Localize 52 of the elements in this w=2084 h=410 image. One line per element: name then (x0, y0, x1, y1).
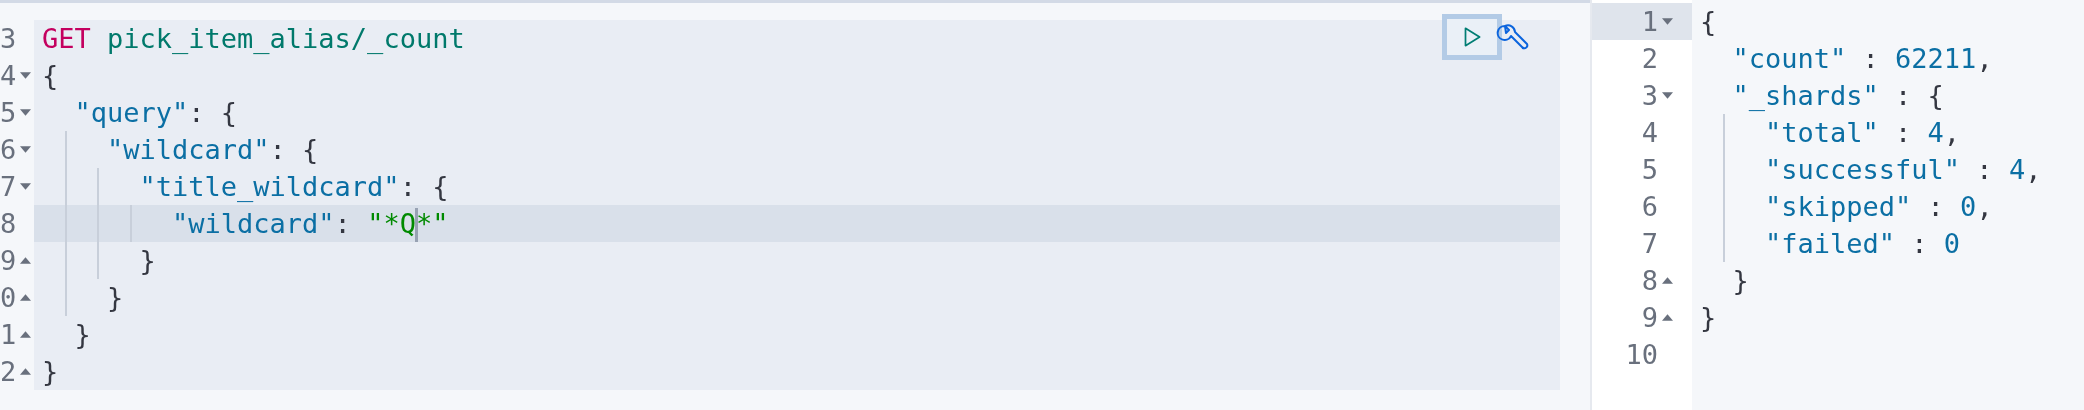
caret-down-icon[interactable] (20, 72, 31, 79)
line-number: 8 (1641, 265, 1658, 296)
caret-up-icon[interactable] (1662, 277, 1673, 284)
caret-down-icon[interactable] (20, 146, 31, 153)
code-line: { (42, 59, 59, 93)
caret-down-icon[interactable] (20, 183, 31, 190)
code-line: } (42, 242, 156, 279)
line-number: 5 (1641, 154, 1658, 185)
caret-up-icon[interactable] (20, 331, 31, 338)
line-number: 0 (0, 282, 16, 313)
line-number: 4 (1641, 117, 1658, 148)
line-number: 1 (0, 319, 16, 350)
code-line: "query": { (73, 96, 238, 130)
code-line: "wildcard": "*Q*" (42, 204, 449, 243)
code-line: } (42, 279, 124, 316)
code-line: } (1700, 301, 1717, 335)
code-line: "successful" : 4, (1700, 151, 2042, 188)
code-line: GET pick_item_alias/_count (42, 22, 465, 56)
code-line: "count" : 62211, (1731, 42, 1993, 76)
line-number: 3 (0, 23, 16, 54)
line-number: 2 (0, 356, 16, 387)
line-number: 6 (1641, 191, 1658, 222)
code-line: } (1731, 264, 1749, 298)
line-number: 2 (1641, 43, 1658, 74)
caret-up-icon[interactable] (1662, 314, 1673, 321)
code-line: "failed" : 0 (1700, 225, 1961, 262)
caret-up-icon[interactable] (20, 257, 31, 264)
line-number: 6 (0, 134, 16, 165)
code-line: "total" : 4, (1700, 114, 1961, 151)
code-line: "_shards" : { (1731, 79, 1944, 113)
code-line: } (73, 318, 91, 352)
line-number: 7 (0, 171, 16, 202)
caret-down-icon[interactable] (20, 109, 31, 116)
caret-up-icon[interactable] (20, 294, 31, 301)
code-line: "skipped" : 0, (1700, 188, 1993, 225)
line-number: 10 (1625, 339, 1658, 370)
caret-up-icon[interactable] (20, 368, 31, 375)
line-number: 7 (1641, 228, 1658, 259)
line-number: 9 (1641, 302, 1658, 333)
line-number: 4 (0, 60, 16, 91)
code-line: "wildcard": { (42, 131, 319, 168)
line-number: 1 (1641, 6, 1658, 37)
line-number: 8 (0, 208, 16, 239)
caret-down-icon[interactable] (1662, 18, 1673, 25)
caret-down-icon[interactable] (1662, 92, 1673, 99)
run-button[interactable] (1442, 14, 1502, 60)
request-editor[interactable]: 3 4 5 6 7 8 9 0 1 2 GET pick_item_alias/_count { "query": { "wildcard": { "title_wildcard": { "wildcard": "*Q*" } } } } (0, 0, 1590, 410)
code-line: } (42, 355, 59, 389)
code-line: { (1700, 5, 1717, 39)
line-number: 3 (1641, 80, 1658, 111)
line-number: 9 (0, 245, 16, 276)
line-number: 5 (0, 97, 16, 128)
